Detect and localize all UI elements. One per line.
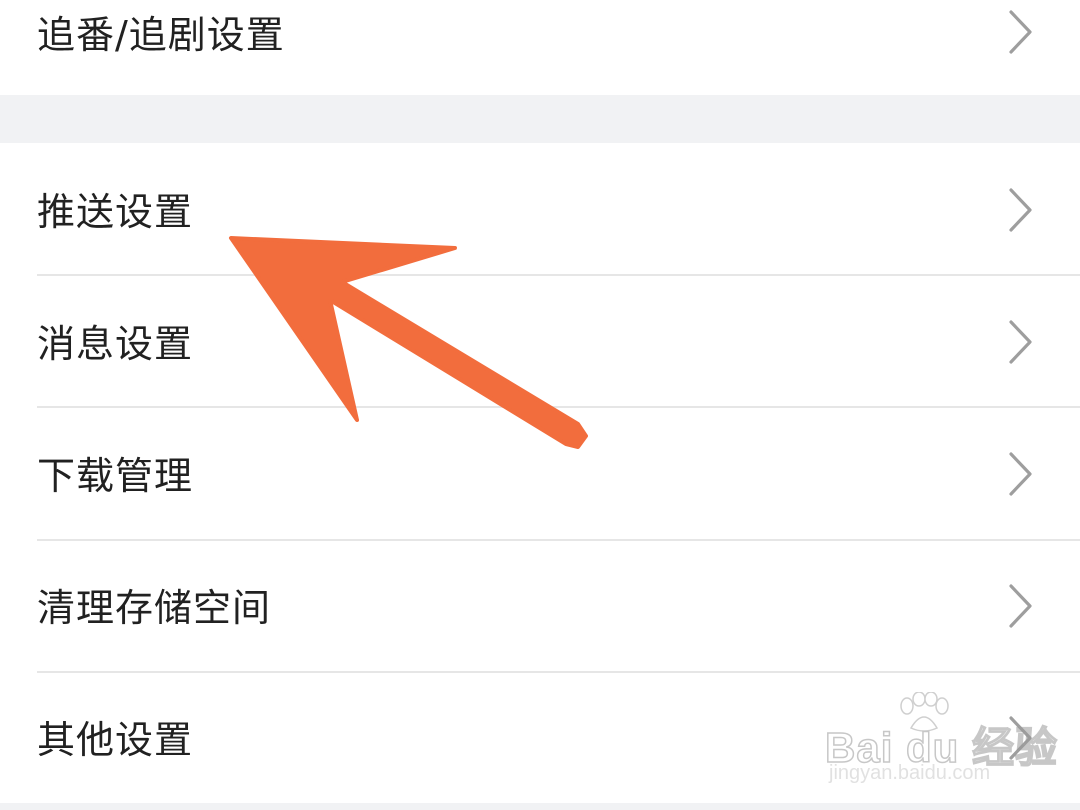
settings-group-top: 追番/追剧设置 bbox=[0, 0, 1080, 95]
settings-item-label: 消息设置 bbox=[37, 322, 194, 366]
settings-item-clear-storage[interactable]: 清理存储空间 bbox=[0, 540, 1080, 672]
chevron-right-icon bbox=[1009, 584, 1032, 628]
watermark: Bai du 经验 jingyan.baidu.com bbox=[824, 692, 1058, 792]
settings-item-label: 追番/追剧设置 bbox=[37, 13, 285, 57]
settings-item-label: 推送设置 bbox=[37, 190, 194, 234]
watermark-url: jingyan.baidu.com bbox=[829, 762, 991, 784]
chevron-right-icon bbox=[1009, 188, 1032, 232]
settings-item-messages[interactable]: 消息设置 bbox=[0, 275, 1080, 407]
settings-item-follow-series[interactable]: 追番/追剧设置 bbox=[0, 0, 1080, 98]
settings-item-label: 下载管理 bbox=[37, 454, 194, 498]
settings-item-downloads[interactable]: 下载管理 bbox=[0, 407, 1080, 539]
chevron-right-icon bbox=[1009, 452, 1032, 496]
settings-item-label: 其他设置 bbox=[37, 718, 194, 762]
settings-item-label: 清理存储空间 bbox=[37, 586, 272, 630]
settings-screen: 追番/追剧设置 推送设置 消息设置 下载管理 清理存储空间 其他设置 Bai d… bbox=[0, 0, 1080, 810]
chevron-right-icon bbox=[1009, 10, 1032, 54]
settings-item-push[interactable]: 推送设置 bbox=[0, 143, 1080, 275]
chevron-right-icon bbox=[1009, 320, 1032, 364]
